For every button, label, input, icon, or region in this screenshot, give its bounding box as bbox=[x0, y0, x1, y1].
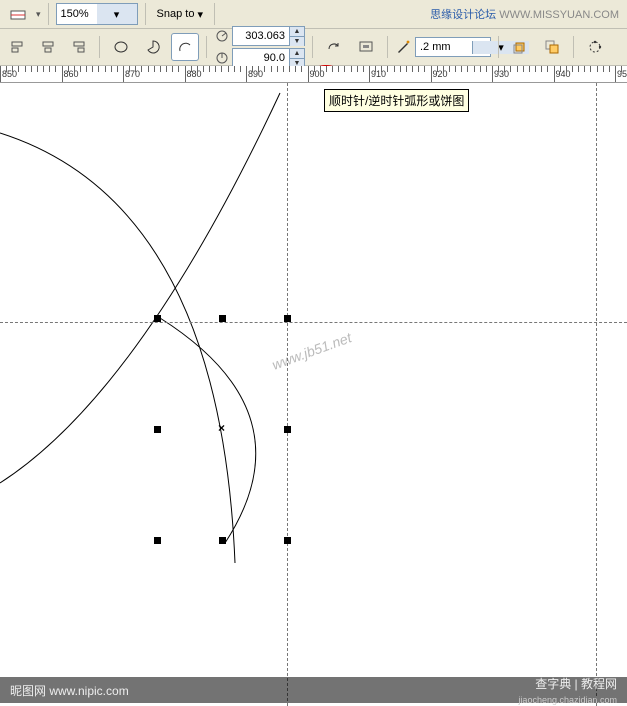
property-bar-top: ▾ 150% ▾ Snap to ▾ 思缘设计论坛 WWW.MISSYUAN.C… bbox=[0, 0, 627, 29]
selection-handle[interactable] bbox=[154, 426, 161, 433]
end-angle-input[interactable]: 90.0 ▲▼ bbox=[232, 48, 305, 68]
forum-name: 思缘设计论坛 bbox=[430, 9, 496, 21]
selection-center[interactable]: × bbox=[218, 421, 225, 435]
guide-horizontal[interactable] bbox=[0, 322, 627, 323]
selection-handle[interactable] bbox=[154, 537, 161, 544]
selection-handle[interactable] bbox=[219, 315, 226, 322]
watermark-right-url: jiaocheng.chazidian.com bbox=[518, 695, 617, 705]
ruler-label: 860 bbox=[64, 69, 79, 79]
property-bar-shape: 303.063 ▲▼ 90.0 ▲▼ .2 mm ▾ bbox=[0, 29, 627, 66]
ruler-label: 940 bbox=[556, 69, 571, 79]
outline-width-combo[interactable]: .2 mm ▾ bbox=[415, 37, 491, 57]
selection-handle[interactable] bbox=[284, 426, 291, 433]
outline-width-value: .2 mm bbox=[416, 41, 472, 53]
direction-toggle-button[interactable] bbox=[320, 33, 348, 61]
ruler-label: 910 bbox=[371, 69, 386, 79]
spin-up-icon[interactable]: ▲ bbox=[289, 27, 304, 37]
guide-vertical[interactable] bbox=[287, 83, 288, 706]
ruler-label: 850 bbox=[2, 69, 17, 79]
outline-group: .2 mm ▾ bbox=[395, 37, 491, 57]
to-back-button[interactable] bbox=[538, 33, 566, 61]
ruler-label: 930 bbox=[494, 69, 509, 79]
separator bbox=[145, 3, 146, 25]
horizontal-ruler: 850860870880890900910920930940950 bbox=[0, 66, 627, 83]
start-angle-value: 303.063 bbox=[233, 30, 289, 42]
wrap-button[interactable] bbox=[352, 33, 380, 61]
spin-up-icon[interactable]: ▲ bbox=[289, 49, 304, 59]
separator bbox=[387, 36, 388, 58]
ruler-label: 920 bbox=[433, 69, 448, 79]
forum-url: WWW.MISSYUAN.COM bbox=[499, 9, 619, 21]
watermark-left: 昵图网 www.nipic.com bbox=[10, 682, 129, 699]
snap-label: Snap to bbox=[157, 8, 195, 20]
zoom-dropdown-icon[interactable]: ▾ bbox=[97, 4, 137, 24]
drawing-canvas[interactable]: www.jb51.net 顺时针/逆时针弧形或饼图 × bbox=[0, 83, 627, 706]
selection-handle[interactable] bbox=[219, 537, 226, 544]
start-angle-icon bbox=[214, 28, 230, 44]
snap-dd-icon: ▾ bbox=[197, 8, 203, 21]
presets-icon[interactable] bbox=[4, 0, 32, 28]
brand-text: 思缘设计论坛 WWW.MISSYUAN.COM bbox=[430, 6, 619, 22]
ruler-label: 880 bbox=[187, 69, 202, 79]
outline-pen-icon[interactable] bbox=[395, 39, 411, 55]
separator bbox=[48, 3, 49, 25]
angle-group: 303.063 ▲▼ 90.0 ▲▼ bbox=[214, 26, 305, 68]
ruler-label: 890 bbox=[248, 69, 263, 79]
pie-button[interactable] bbox=[139, 33, 167, 61]
guide-vertical[interactable] bbox=[596, 83, 597, 706]
footer-overlay: 昵图网 www.nipic.com 查字典 | 教程网 jiaocheng.ch… bbox=[0, 677, 627, 703]
separator bbox=[206, 36, 207, 58]
selection-handle[interactable] bbox=[284, 315, 291, 322]
align-left-button[interactable] bbox=[4, 33, 32, 61]
align-right-button[interactable] bbox=[64, 33, 92, 61]
separator bbox=[214, 3, 215, 25]
separator bbox=[312, 36, 313, 58]
selection-handle[interactable] bbox=[154, 315, 161, 322]
start-angle-input[interactable]: 303.063 ▲▼ bbox=[232, 26, 305, 46]
zoom-combo[interactable]: 150% ▾ bbox=[56, 3, 138, 25]
ellipse-button[interactable] bbox=[107, 33, 135, 61]
separator bbox=[99, 36, 100, 58]
zoom-value: 150% bbox=[57, 8, 97, 20]
snap-to-menu[interactable]: Snap to ▾ bbox=[153, 8, 207, 21]
artwork bbox=[0, 83, 627, 706]
separator bbox=[573, 36, 574, 58]
presets-dd-icon[interactable]: ▾ bbox=[36, 9, 41, 20]
position-group bbox=[4, 33, 92, 61]
end-angle-value: 90.0 bbox=[233, 52, 289, 64]
align-center-button[interactable] bbox=[34, 33, 62, 61]
separator bbox=[498, 36, 499, 58]
ruler-label: 900 bbox=[310, 69, 325, 79]
convert-curves-button[interactable] bbox=[581, 33, 609, 61]
tooltip: 顺时针/逆时针弧形或饼图 bbox=[324, 89, 469, 112]
to-front-button[interactable] bbox=[506, 33, 534, 61]
end-angle-icon bbox=[214, 50, 230, 66]
spin-down-icon[interactable]: ▼ bbox=[289, 37, 304, 46]
arc-button[interactable] bbox=[171, 33, 199, 61]
selection-handle[interactable] bbox=[284, 537, 291, 544]
watermark-right: 查字典 | 教程网 bbox=[535, 677, 617, 691]
ruler-label: 870 bbox=[125, 69, 140, 79]
